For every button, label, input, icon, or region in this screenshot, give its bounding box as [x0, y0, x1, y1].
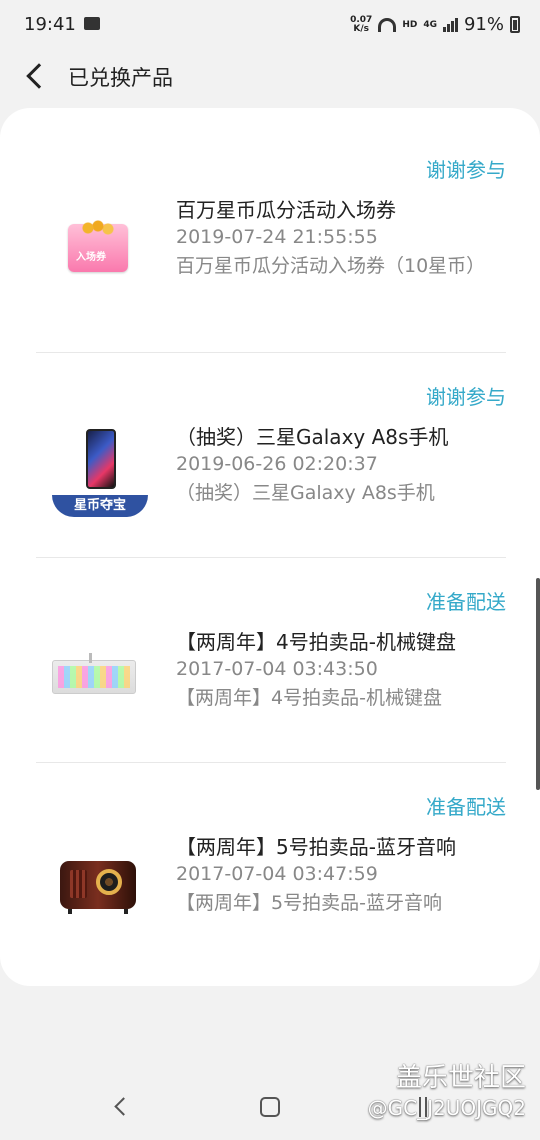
redeem-status: 谢谢参与 — [426, 385, 506, 409]
product-description: 百万星币瓜分活动入场券（10星币） — [176, 255, 486, 277]
signal-icon — [442, 17, 458, 32]
product-item-3[interactable]: 准备配送 【两周年】4号拍卖品-机械键盘 2017-07-04 03:43:50… — [36, 558, 506, 763]
watermark-user: @GC_J2UOJGQ2 — [367, 1096, 526, 1120]
redeem-status: 谢谢参与 — [426, 158, 506, 182]
navigation-recent-apps-button[interactable] — [414, 1097, 434, 1117]
message-icon — [84, 17, 100, 30]
keyboard-keys — [58, 666, 130, 688]
redeem-status: 准备配送 — [426, 795, 506, 819]
product-name: （抽奖）三星Galaxy A8s手机 — [176, 425, 449, 449]
battery-percentage: 91% — [463, 14, 504, 35]
hd-icon: HD — [402, 19, 418, 30]
product-item-4[interactable]: 准备配送 【两周年】5号拍卖品-蓝牙音响 2017-07-04 03:47:59… — [36, 763, 506, 986]
navigation-back-button[interactable] — [113, 1099, 129, 1115]
speaker-image — [60, 861, 136, 914]
status-time: 19:41 — [24, 14, 76, 35]
status-bar: 19:41 0.07 K/s HD 4G 91% — [0, 0, 540, 52]
product-description: 【两周年】4号拍卖品-机械键盘 — [176, 687, 442, 709]
back-button[interactable] — [24, 64, 48, 88]
community-watermark: 盖乐世社区 @GC_J2UOJGQ2 — [368, 1057, 526, 1120]
speaker-legs — [68, 909, 128, 914]
ticket-image: 入场券 — [68, 220, 128, 272]
speaker-panel — [70, 870, 87, 898]
redeem-date: 2017-07-04 03:47:59 — [176, 863, 378, 885]
keyboard-image — [52, 653, 136, 694]
redeemed-products-list: 谢谢参与 入场券 百万星币瓜分活动入场券 2019-07-24 21:55:55… — [0, 108, 540, 986]
product-name: 百万星币瓜分活动入场券 — [176, 198, 396, 222]
page-header: 已兑换产品 — [0, 52, 540, 102]
product-name: 【两周年】4号拍卖品-机械键盘 — [176, 630, 456, 654]
battery-icon — [510, 16, 520, 33]
product-item-2[interactable]: 谢谢参与 星币夺宝 （抽奖）三星Galaxy A8s手机 2019-06-26 … — [36, 353, 506, 558]
redeem-status: 准备配送 — [426, 590, 506, 614]
speaker-grill-icon — [96, 869, 122, 895]
product-name: 【两周年】5号拍卖品-蓝牙音响 — [176, 835, 456, 859]
product-description: 【两周年】5号拍卖品-蓝牙音响 — [176, 892, 442, 914]
status-icons: 0.07 K/s HD 4G 91% — [350, 14, 520, 35]
navigation-home-button[interactable] — [260, 1097, 280, 1117]
wifi-icon — [378, 17, 397, 32]
redeem-date: 2019-06-26 02:20:37 — [176, 453, 378, 475]
product-item-1[interactable]: 谢谢参与 入场券 百万星币瓜分活动入场券 2019-07-24 21:55:55… — [36, 108, 506, 353]
phone-image-banner: 星币夺宝 — [52, 495, 148, 517]
redeem-date: 2017-07-04 03:43:50 — [176, 658, 378, 680]
redeem-date: 2019-07-24 21:55:55 — [176, 226, 378, 248]
phone-image: 星币夺宝 — [52, 429, 148, 521]
scrollbar-thumb[interactable] — [536, 578, 540, 790]
network-type: 4G — [423, 19, 437, 30]
ticket-image-label: 入场券 — [76, 252, 106, 263]
coin-icon — [81, 220, 115, 242]
page-title: 已兑换产品 — [68, 66, 173, 90]
phone-device — [86, 429, 116, 489]
product-description: （抽奖）三星Galaxy A8s手机 — [176, 482, 435, 504]
watermark-title: 盖乐世社区 — [395, 1063, 526, 1093]
network-speed: 0.07 K/s — [350, 14, 373, 34]
